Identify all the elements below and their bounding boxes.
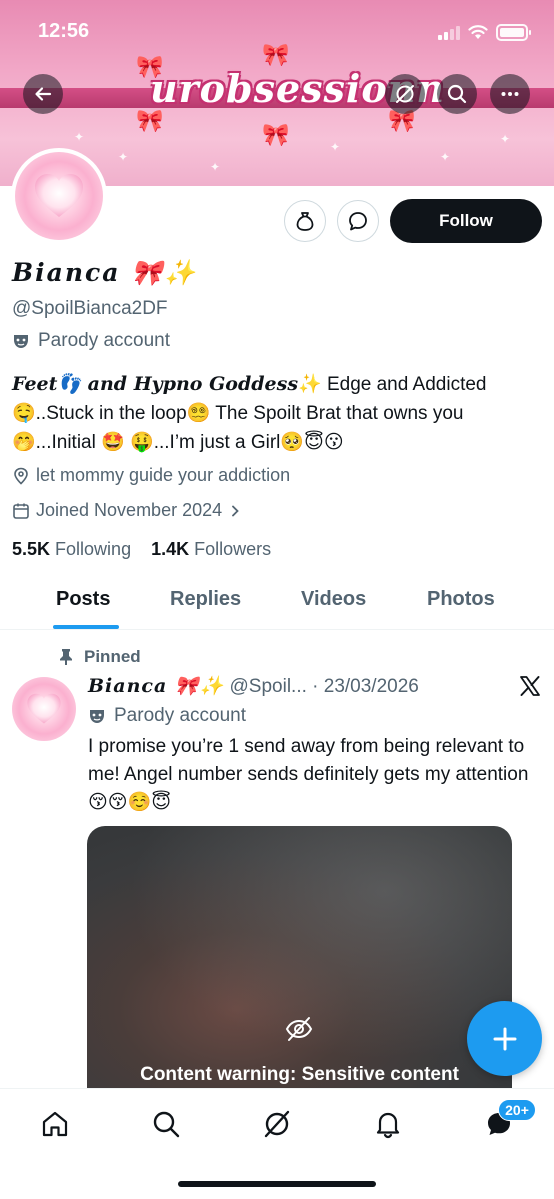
compose-post-button[interactable] — [467, 1001, 542, 1076]
grok-button[interactable] — [385, 74, 425, 114]
nav-notifications[interactable] — [371, 1107, 405, 1141]
parody-label: Parody account — [12, 330, 170, 352]
content-warning-text: Content warning: Sensitive content — [140, 1064, 459, 1085]
post-text: I promise you’re 1 send away from being … — [88, 736, 529, 813]
location-pin-icon — [14, 467, 28, 485]
pinned-label: Pinned — [58, 647, 141, 667]
nav-home[interactable] — [38, 1107, 72, 1141]
tip-button[interactable] — [284, 200, 326, 242]
nav-search[interactable] — [149, 1107, 183, 1141]
post-date[interactable]: 23/03/2026 — [324, 676, 419, 697]
search-icon — [447, 84, 467, 104]
mask-icon — [14, 335, 28, 348]
money-bag-icon — [296, 212, 314, 231]
notifications-bell-icon — [376, 1112, 400, 1139]
followers-link[interactable]: 1.4K Followers — [151, 539, 271, 559]
sparkle-decoration: ✦ — [500, 132, 511, 146]
sparkle-decoration: ✦ — [74, 130, 85, 144]
profile-bio: Feet👣 and Hypno Goddess✨ Edge and Addict… — [12, 370, 542, 457]
tab-videos[interactable]: Videos — [301, 588, 366, 611]
status-bar: 12:56 — [0, 0, 554, 60]
sparkle-decoration: ✦ — [210, 160, 221, 174]
message-icon — [349, 212, 367, 231]
sparkle-decoration: ✦ — [440, 150, 451, 164]
tab-posts[interactable]: Posts — [56, 588, 110, 611]
sensitive-media[interactable]: Content warning: Sensitive content — [87, 826, 512, 1088]
back-arrow-icon — [35, 87, 52, 101]
tab-replies[interactable]: Replies — [170, 588, 241, 611]
bow-decoration: 🎀 — [262, 122, 290, 147]
post-author-name[interactable]: Bianca 🎀✨ — [88, 675, 224, 697]
profile-location: let mommy guide your addiction — [12, 465, 290, 486]
banner-title: urobsessionn — [150, 66, 445, 111]
parody-text: Parody account — [38, 330, 171, 351]
profile-handle: @SpoilBianca2DF — [12, 298, 168, 319]
post-separator: · — [312, 676, 319, 697]
grok-icon — [396, 85, 414, 103]
x-logo-icon — [520, 676, 540, 696]
following-link[interactable]: 5.5K Following — [12, 539, 131, 559]
grok-icon — [264, 1110, 290, 1138]
profile-avatar[interactable] — [11, 148, 107, 244]
eye-slash-icon — [285, 1017, 313, 1041]
heart-icon — [35, 174, 83, 217]
profile-stats: 5.5K Following 1.4K Followers — [12, 539, 271, 560]
mask-icon — [90, 710, 104, 723]
cellular-signal-icon — [438, 26, 462, 40]
heart-icon — [27, 693, 61, 724]
plus-icon — [493, 1027, 516, 1050]
sparkle-decoration: ✦ — [330, 140, 341, 154]
sparkle-decoration: ✦ — [118, 150, 129, 164]
chevron-right-icon — [232, 505, 239, 516]
search-button[interactable] — [437, 74, 477, 114]
post-parody-label: Parody account — [88, 705, 246, 727]
home-indicator — [178, 1181, 376, 1187]
followers-label: Followers — [194, 539, 272, 559]
notification-badge: 20+ — [498, 1099, 536, 1121]
message-button[interactable] — [337, 200, 379, 242]
tab-photos[interactable]: Photos — [427, 588, 495, 611]
followers-count: 1.4K — [151, 539, 190, 559]
status-time: 12:56 — [38, 20, 90, 42]
calendar-icon — [13, 503, 29, 519]
follow-button[interactable]: Follow — [390, 199, 542, 243]
battery-icon — [496, 24, 531, 41]
nav-grok[interactable] — [260, 1107, 294, 1141]
pin-icon — [60, 649, 72, 665]
more-button[interactable] — [490, 74, 530, 114]
active-tab-indicator — [53, 625, 119, 629]
bio-fancy-text: Feet👣 and Hypno Goddess — [12, 373, 299, 395]
post-avatar[interactable] — [12, 677, 76, 741]
following-count: 5.5K — [12, 539, 51, 559]
location-text: let mommy guide your addiction — [36, 465, 291, 485]
post-parody-text: Parody account — [114, 705, 247, 726]
profile-tabs: Posts Replies Videos Photos — [0, 572, 554, 630]
joined-text: Joined November 2024 — [36, 500, 223, 520]
more-icon — [501, 92, 519, 96]
profile-name: Bianca 🎀✨ — [12, 258, 198, 287]
wifi-icon — [468, 25, 488, 39]
search-icon — [153, 1111, 180, 1138]
bow-decoration: 🎀 — [136, 108, 164, 133]
profile-joined[interactable]: Joined November 2024 — [12, 500, 242, 521]
home-icon — [42, 1111, 68, 1137]
post-author-handle[interactable]: @Spoil... — [230, 676, 307, 697]
back-button[interactable] — [23, 74, 63, 114]
following-label: Following — [55, 539, 132, 559]
post-header: Bianca 🎀✨ @Spoil... · 23/03/2026 — [88, 674, 419, 698]
pinned-text: Pinned — [84, 647, 141, 666]
